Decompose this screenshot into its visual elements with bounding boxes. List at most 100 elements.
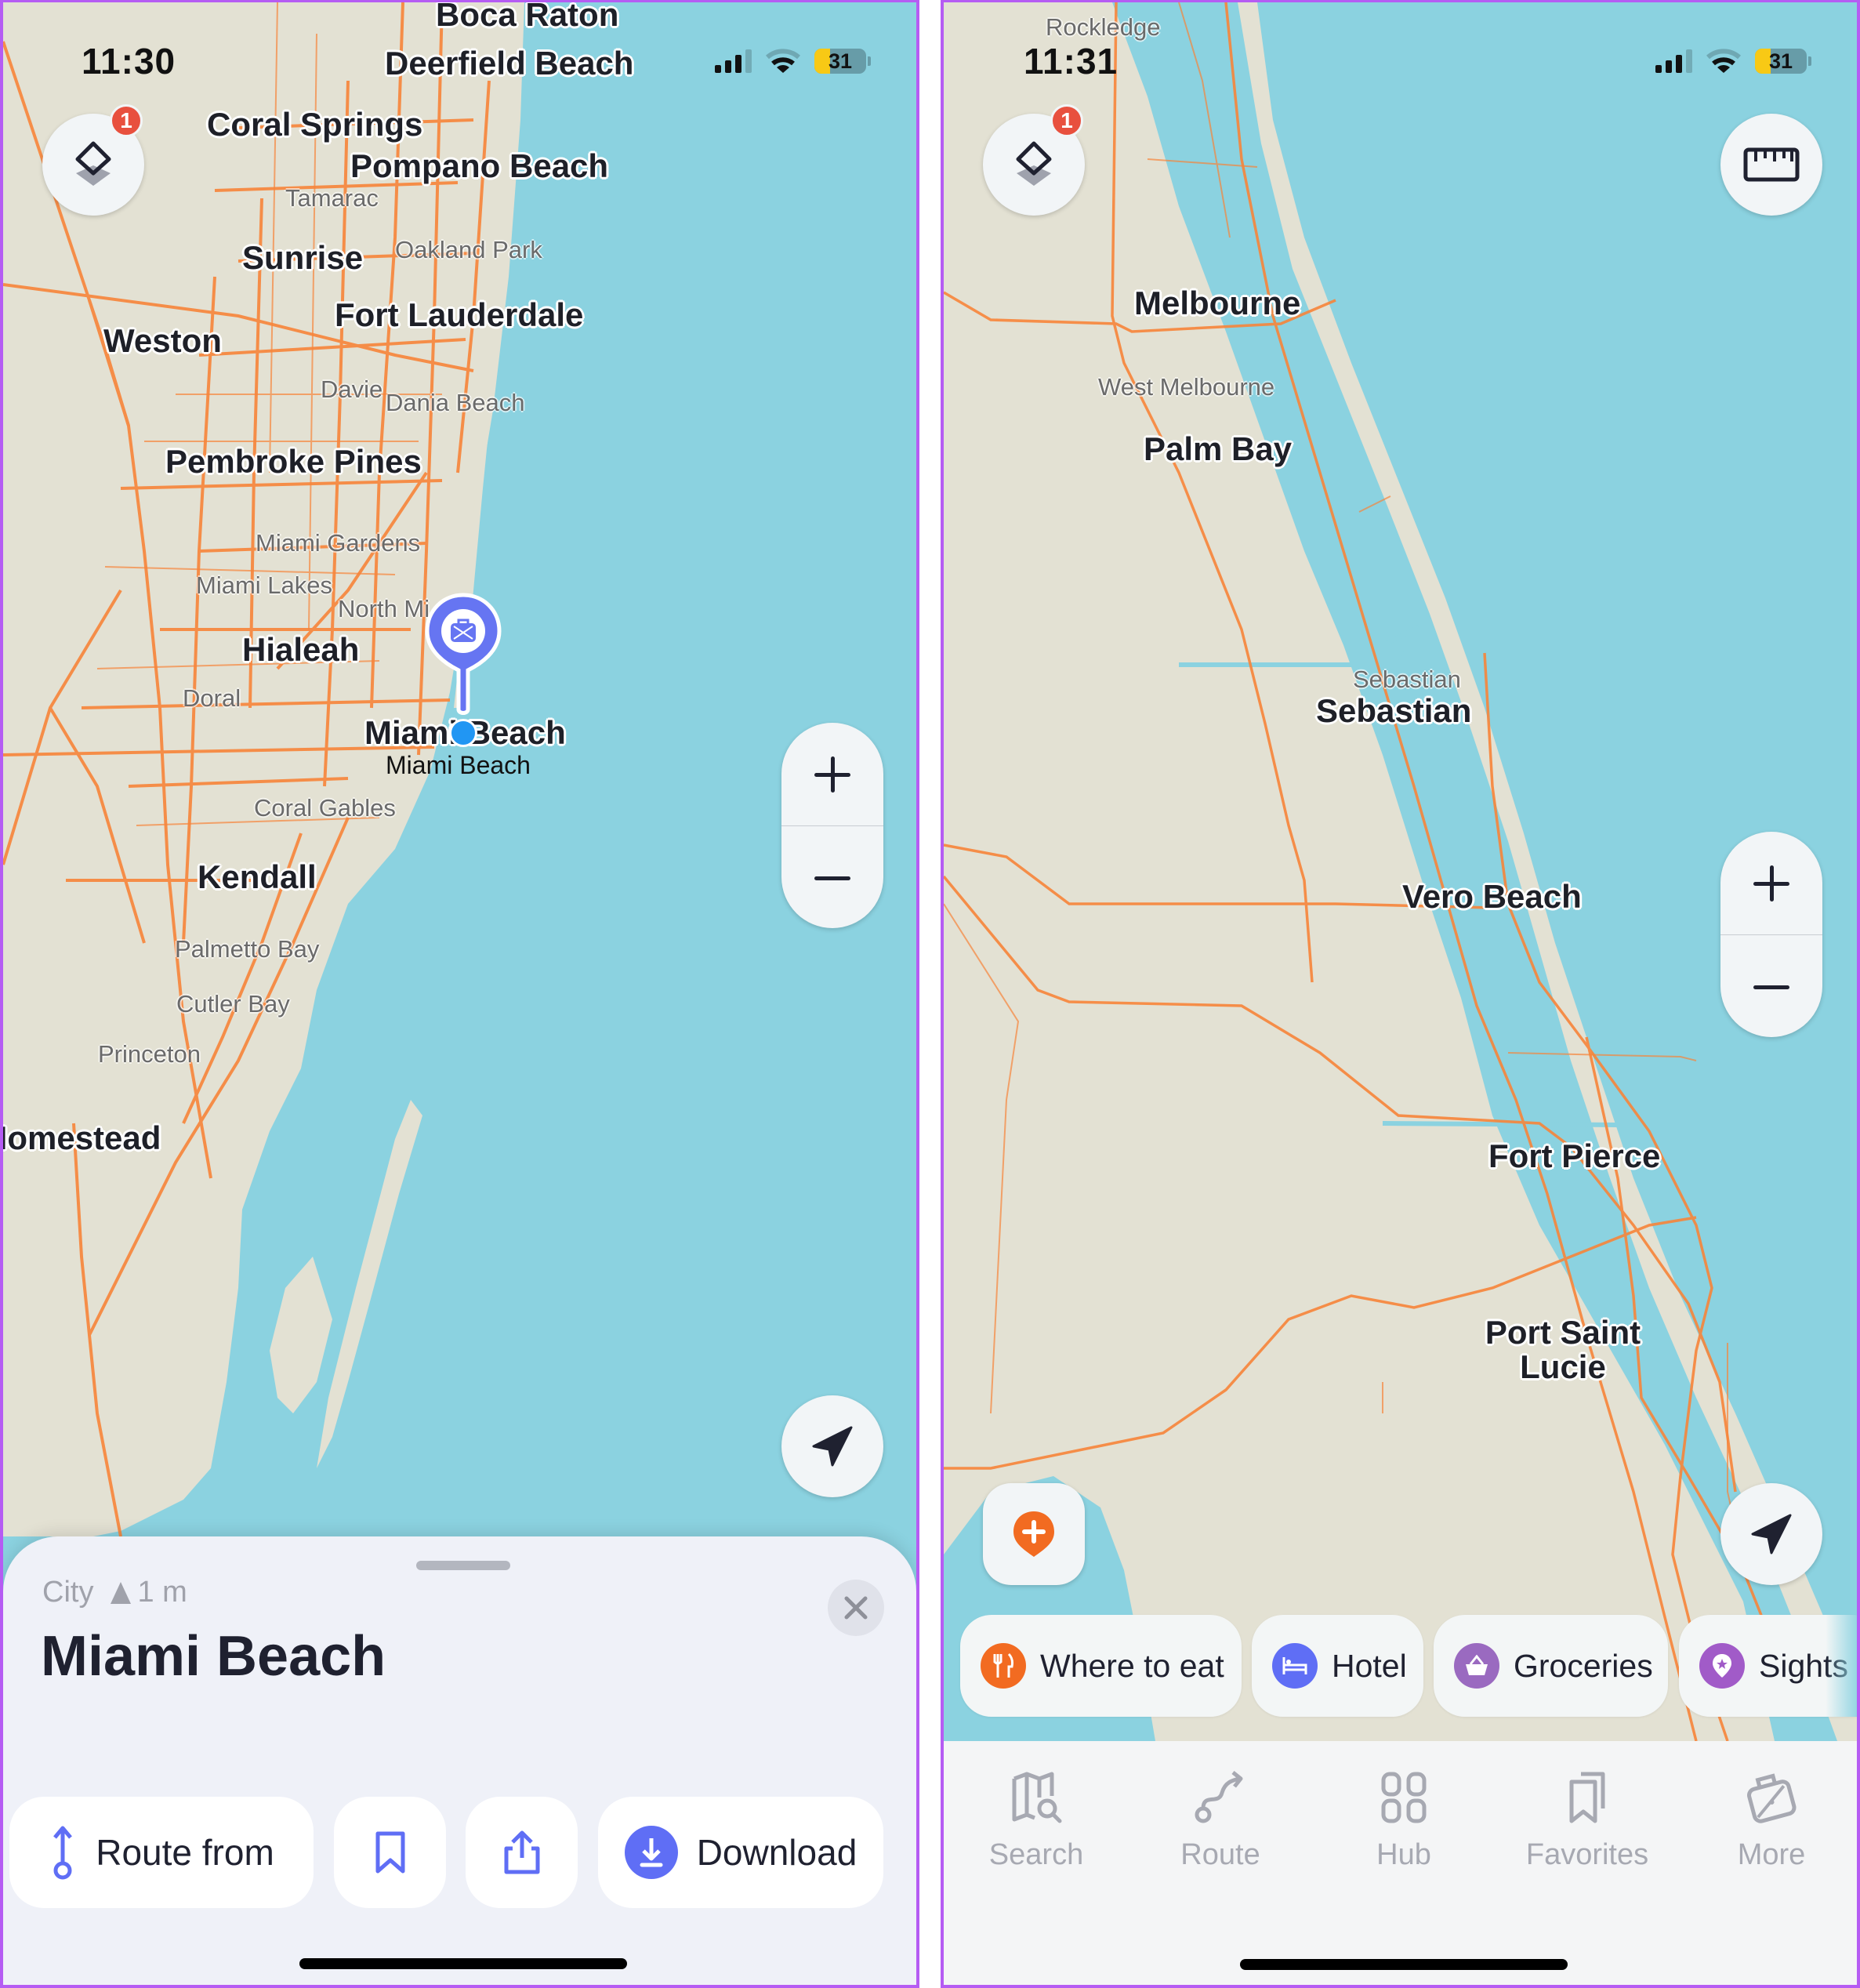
category-groceries[interactable]: Groceries bbox=[1434, 1615, 1668, 1717]
map-label-princeton[interactable]: Princeton bbox=[98, 1040, 201, 1068]
map-label-miami-lakes[interactable]: Miami Lakes bbox=[196, 571, 332, 600]
map-label-sebastian-minor[interactable]: Sebastian bbox=[1353, 666, 1461, 694]
zoom-out-button[interactable] bbox=[1720, 935, 1822, 1037]
map-label-west-melbourne[interactable]: West Melbourne bbox=[1098, 373, 1274, 401]
map-label-rockledge[interactable]: Rockledge bbox=[1046, 13, 1160, 42]
elevation-icon bbox=[111, 1581, 132, 1604]
map-label-coral-gables[interactable]: Coral Gables bbox=[254, 794, 396, 822]
map-label-sunrise[interactable]: Sunrise bbox=[242, 239, 363, 277]
map-label-homestead[interactable]: Homestead bbox=[3, 1119, 161, 1157]
layers-icon bbox=[75, 141, 111, 186]
my-location-button[interactable] bbox=[1720, 1483, 1822, 1585]
cellular-signal-icon bbox=[1655, 49, 1692, 73]
route-icon bbox=[1195, 1771, 1243, 1823]
map-label-port-saint-lucie[interactable]: Port Saint Lucie bbox=[1465, 1315, 1661, 1384]
map-label-davie[interactable]: Davie bbox=[321, 375, 383, 404]
place-details-sheet: City 1 m Miami Beach Route from Download bbox=[3, 1536, 916, 1985]
map-layers-button[interactable]: 1 bbox=[983, 104, 1085, 216]
map-label-weston[interactable]: Weston bbox=[103, 322, 222, 360]
navigation-arrow-icon bbox=[812, 1426, 853, 1467]
fork-knife-icon bbox=[981, 1643, 1026, 1689]
map-label-dania-beach[interactable]: Dania Beach bbox=[386, 389, 525, 417]
map-label-hialeah[interactable]: Hialeah bbox=[242, 631, 359, 669]
map-label-cutler-bay[interactable]: Cutler Bay bbox=[176, 990, 290, 1018]
current-location-dot bbox=[449, 719, 477, 747]
bed-icon bbox=[1272, 1643, 1318, 1689]
place-elevation: 1 m bbox=[111, 1576, 187, 1609]
download-button[interactable]: Download bbox=[598, 1797, 883, 1908]
map-label-tamarac[interactable]: Tamarac bbox=[285, 184, 379, 212]
tab-more[interactable]: More bbox=[1685, 1769, 1857, 1872]
add-place-button[interactable] bbox=[983, 1483, 1085, 1585]
place-meta: City 1 m bbox=[42, 1576, 187, 1609]
category-sights[interactable]: Sights bbox=[1679, 1615, 1857, 1717]
map-label-melbourne[interactable]: Melbourne bbox=[1134, 285, 1300, 322]
map-label-oakland-park[interactable]: Oakland Park bbox=[395, 236, 542, 264]
right-phone-screen: Rockledge Melbourne West Melbourne Palm … bbox=[941, 0, 1860, 1988]
route-from-icon bbox=[53, 1826, 73, 1880]
home-indicator bbox=[1240, 1959, 1568, 1970]
map-label-doral[interactable]: Doral bbox=[183, 684, 241, 713]
add-place-pin-icon bbox=[1013, 1511, 1054, 1557]
battery-indicator: 31 bbox=[814, 49, 866, 74]
zoom-in-button[interactable] bbox=[1720, 832, 1822, 934]
tab-route[interactable]: Route bbox=[1134, 1769, 1307, 1872]
category-hotel[interactable]: Hotel bbox=[1252, 1615, 1423, 1717]
map-label-sebastian[interactable]: Sebastian bbox=[1316, 692, 1471, 730]
minus-icon bbox=[1753, 969, 1789, 1005]
notification-badge: 1 bbox=[1050, 104, 1083, 137]
plus-icon bbox=[814, 756, 850, 793]
place-title: Miami Beach bbox=[41, 1625, 386, 1688]
zoom-out-button[interactable] bbox=[781, 826, 883, 928]
map-label-fort-lauderdale[interactable]: Fort Lauderdale bbox=[335, 296, 583, 334]
map-label-pompano-beach[interactable]: Pompano Beach bbox=[350, 147, 608, 185]
selected-place-label[interactable]: Miami Beach bbox=[386, 751, 531, 780]
map-label-north-miami[interactable]: North Mi bbox=[338, 595, 430, 623]
map-label-coral-springs[interactable]: Coral Springs bbox=[207, 106, 422, 143]
map-label-boca-raton[interactable]: Boca Raton bbox=[436, 2, 618, 34]
share-button[interactable] bbox=[466, 1797, 578, 1908]
close-icon bbox=[844, 1596, 868, 1620]
suitcase-icon bbox=[1747, 1773, 1797, 1823]
map-label-vero-beach[interactable]: Vero Beach bbox=[1402, 878, 1582, 916]
sights-star-pin-icon bbox=[1699, 1643, 1745, 1689]
place-type: City bbox=[42, 1576, 94, 1609]
land-keys bbox=[270, 1257, 332, 1413]
home-indicator bbox=[299, 1958, 627, 1969]
map-layers-button[interactable]: 1 bbox=[42, 104, 144, 216]
bookmark-icon bbox=[375, 1831, 404, 1874]
travel-bag-icon bbox=[451, 619, 476, 642]
battery-indicator: 31 bbox=[1755, 49, 1807, 74]
status-time: 11:30 bbox=[82, 41, 176, 82]
left-phone-screen: Boca Raton Deerfield Beach Coral Springs… bbox=[0, 0, 919, 1988]
my-location-button[interactable] bbox=[781, 1395, 883, 1497]
map-label-palmetto-bay[interactable]: Palmetto Bay bbox=[175, 935, 319, 963]
category-where-to-eat[interactable]: Where to eat bbox=[960, 1615, 1242, 1717]
map-label-kendall[interactable]: Kendall bbox=[198, 858, 317, 896]
sheet-grabber[interactable] bbox=[416, 1561, 510, 1570]
map-label-pembroke-pines[interactable]: Pembroke Pines bbox=[165, 443, 422, 481]
map-label-deerfield-beach[interactable]: Deerfield Beach bbox=[385, 45, 633, 82]
route-from-button[interactable]: Route from bbox=[9, 1797, 314, 1908]
bottom-tab-bar: Search Route Hub Favorites More bbox=[944, 1741, 1857, 1985]
measure-distance-button[interactable] bbox=[1720, 114, 1822, 216]
notification-badge: 1 bbox=[110, 104, 143, 137]
cellular-signal-icon bbox=[715, 49, 752, 73]
map-label-palm-bay[interactable]: Palm Bay bbox=[1144, 430, 1292, 468]
status-icons: 31 bbox=[1655, 48, 1811, 74]
wifi-icon bbox=[1706, 49, 1741, 73]
status-icons: 31 bbox=[715, 48, 871, 74]
status-time: 11:31 bbox=[1024, 41, 1119, 82]
plus-icon bbox=[1753, 865, 1789, 901]
tab-favorites[interactable]: Favorites bbox=[1501, 1769, 1673, 1872]
tab-hub[interactable]: Hub bbox=[1318, 1769, 1490, 1872]
map-label-miami-gardens[interactable]: Miami Gardens bbox=[256, 529, 420, 557]
navigation-arrow-icon bbox=[1751, 1514, 1792, 1554]
layers-icon bbox=[1016, 141, 1052, 186]
map-label-fort-pierce[interactable]: Fort Pierce bbox=[1488, 1137, 1660, 1175]
share-icon bbox=[504, 1830, 539, 1874]
bookmark-button[interactable] bbox=[334, 1797, 446, 1908]
zoom-in-button[interactable] bbox=[781, 723, 883, 825]
tab-search[interactable]: Search bbox=[950, 1769, 1122, 1872]
close-sheet-button[interactable] bbox=[828, 1580, 884, 1636]
